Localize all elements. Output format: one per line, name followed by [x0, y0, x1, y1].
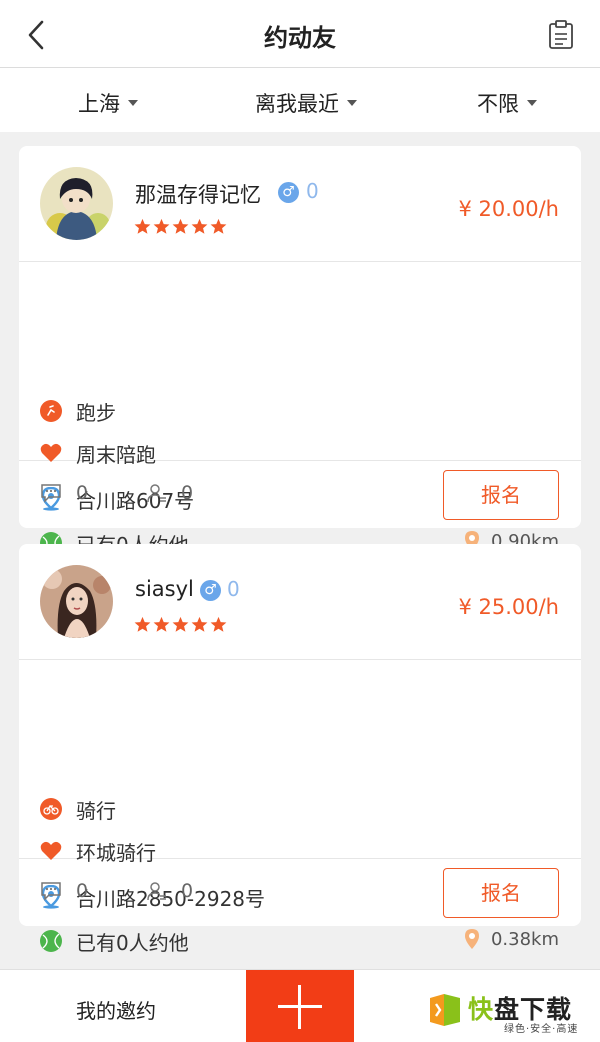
male-icon: ♂ [278, 182, 299, 203]
price-per-hour: ¥ 25.00/h [458, 595, 559, 619]
price-per-hour: ¥ 20.00/h [458, 197, 559, 221]
user-list-icon [147, 484, 166, 503]
star-icon [210, 218, 227, 234]
city-filter-label: 上海 [78, 92, 120, 116]
chevron-down-icon [128, 100, 138, 106]
comment-icon [41, 882, 61, 901]
card-footer: 0 0 报名 [19, 461, 581, 528]
sport-label: 跑步 [76, 400, 116, 425]
comment-icon [41, 484, 61, 503]
sort-filter-label: 离我最近 [255, 92, 339, 116]
city-filter-dropdown[interactable]: 上海 [78, 88, 138, 118]
partner-card[interactable]: siasyl ♂ 0 ¥ 25.00/h 骑行 环城骑行 合川路2850-292… [19, 544, 581, 955]
star-icon [153, 616, 170, 632]
comment-stat[interactable]: 0 [40, 482, 88, 504]
clipboard-icon[interactable] [548, 20, 574, 50]
comment-stat[interactable]: 0 [40, 880, 88, 902]
watermark-slogan: 绿色·安全·高速 [504, 1024, 579, 1035]
running-icon [40, 400, 62, 422]
star-icon [134, 616, 151, 632]
site-watermark: 快盘下载 绿色·安全·高速 [428, 990, 598, 1036]
gender-filter-label: 不限 [477, 92, 519, 116]
add-invite-button[interactable] [246, 970, 354, 1042]
my-invites-tab[interactable]: 我的邀约 [76, 995, 156, 1024]
distance-pin-icon [461, 928, 483, 950]
star-icon [134, 218, 151, 234]
signup-button[interactable]: 报名 [443, 868, 559, 918]
star-icon [210, 616, 227, 632]
sport-row: 跑步 [40, 398, 116, 425]
user-name: siasyl [135, 577, 194, 601]
avatar[interactable] [40, 167, 113, 240]
comment-count: 0 [76, 482, 89, 504]
gender-count: 0 [227, 577, 240, 601]
watermark-logo-icon [430, 994, 460, 1026]
navigation-bar: 约动友 [0, 0, 600, 68]
participant-stat[interactable]: 0 [147, 880, 193, 902]
participant-stat[interactable]: 0 [147, 482, 193, 504]
star-icon [172, 218, 189, 234]
star-icon [172, 616, 189, 632]
chevron-down-icon [347, 100, 357, 106]
distance-value: 0.38km [490, 928, 559, 950]
distance: 0.38km [461, 928, 559, 950]
rating-stars [134, 218, 229, 235]
star-icon [191, 616, 208, 632]
star-icon [153, 218, 170, 234]
user-name: 那温存得记忆 [135, 183, 261, 207]
avatar[interactable] [40, 565, 113, 638]
star-icon [191, 218, 208, 234]
signup-button[interactable]: 报名 [443, 470, 559, 520]
participant-count: 0 [181, 880, 194, 902]
partner-card[interactable]: 那温存得记忆 ♂ 0 ¥ 20.00/h 跑步 周末陪跑 合川路607号 0.9… [19, 146, 581, 557]
card-header: 那温存得记忆 ♂ 0 ¥ 20.00/h [19, 146, 581, 262]
card-footer: 0 0 报名 [19, 859, 581, 926]
cycling-icon [40, 798, 62, 820]
male-icon: ♂ [200, 580, 221, 601]
gender-count: 0 [306, 179, 319, 203]
comment-count: 0 [76, 880, 89, 902]
sport-row: 骑行 [40, 796, 116, 823]
participant-count: 0 [181, 482, 194, 504]
filter-bar: 上海 离我最近 不限 [0, 68, 600, 132]
invited-row: 已有0人约他 [40, 928, 189, 955]
card-details: 骑行 环城骑行 合川路2850-2928号 已有0人约他 0.38km [19, 660, 581, 955]
rating-stars [134, 616, 229, 633]
user-list-icon [147, 882, 166, 901]
gender-filter-dropdown[interactable]: 不限 [477, 88, 537, 118]
chevron-down-icon [527, 100, 537, 106]
card-header: siasyl ♂ 0 ¥ 25.00/h [19, 544, 581, 660]
tennis-ball-icon [40, 930, 62, 952]
page-title: 约动友 [264, 24, 336, 52]
sort-filter-dropdown[interactable]: 离我最近 [255, 88, 357, 118]
card-details: 跑步 周末陪跑 合川路607号 已有0人约他 0.90km [19, 262, 581, 557]
sport-label: 骑行 [76, 798, 116, 823]
invited-count-label: 已有0人约他 [76, 930, 189, 955]
